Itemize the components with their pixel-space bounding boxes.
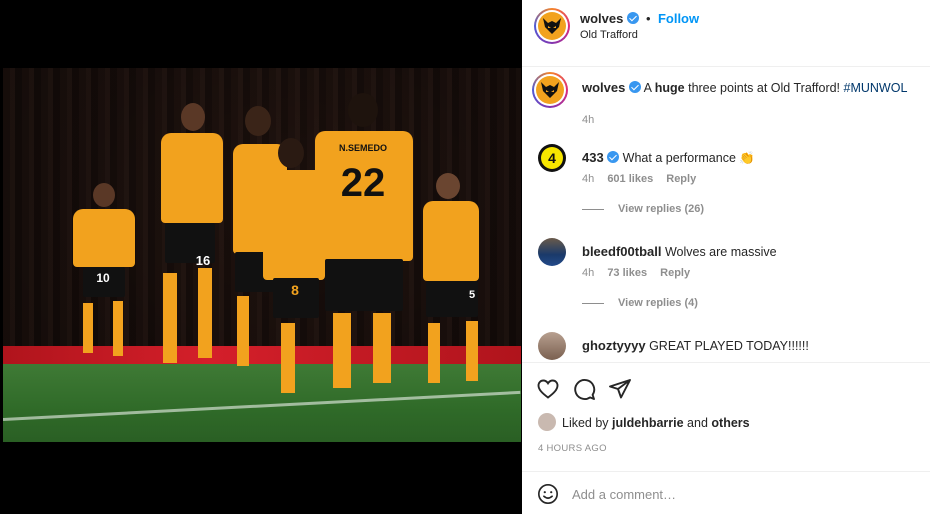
liked-by-user[interactable]: juldehbarrie [612,416,684,430]
post-header: wolves • Follow Old Trafford [522,0,930,67]
player-figure: 10 [43,183,153,403]
header-username[interactable]: wolves [580,11,623,26]
wolf-logo-icon [543,18,561,34]
jersey-name: N.SEMEDO [338,143,387,153]
heart-icon[interactable] [536,377,560,401]
post-timestamp[interactable]: 4 HOURS AGO [538,443,607,454]
comment-text: What a performance 👏 [622,151,755,165]
liked-by-prefix: Liked by [562,416,613,430]
comment-icon[interactable] [572,377,596,401]
jersey-number: 22 [340,161,386,205]
caption-hashtag[interactable]: #MUNWOL [844,81,908,95]
comment-reply-button[interactable]: Reply [666,173,696,185]
comment-avatar[interactable]: 4 [538,144,566,172]
player-figure: N.SEMEDO 22 [303,93,423,423]
location-link[interactable]: Old Trafford [580,29,638,41]
caption-time: 4h [582,114,595,126]
wolf-logo-icon [541,82,559,98]
liked-by-others[interactable]: others [711,416,749,430]
liker-avatar[interactable] [538,413,556,431]
comment-username[interactable]: ghoztyyyy [582,338,646,353]
caption-text-pre: A [643,81,655,95]
view-replies-button[interactable]: View replies (4) [582,297,698,309]
add-comment-bar [522,471,930,514]
post-actions: Liked by juldehbarrie and others 4 HOURS… [522,362,930,514]
follow-button[interactable]: Follow [658,11,699,26]
avatar-433-logo: 4 [541,147,563,169]
comments-list[interactable]: wolves A huge three points at Old Traffo… [522,68,930,362]
view-replies-button[interactable]: View replies (26) [582,203,704,215]
share-icon[interactable] [608,377,632,401]
post-media-area: 10 16 8 N.SEMEDO 22 5 [0,0,522,514]
comment-likes[interactable]: 73 likes [607,267,647,279]
jersey-number: 8 [291,282,299,298]
view-replies-label: View replies (4) [618,297,698,309]
comment-username[interactable]: bleedf00tball [582,244,661,259]
add-comment-input[interactable] [572,484,902,504]
post-photo[interactable]: 10 16 8 N.SEMEDO 22 5 [3,68,521,442]
comment-time: 4h [582,267,595,279]
caption-text-bold: huge [654,81,685,95]
view-replies-label: View replies (26) [618,203,705,215]
jersey-number: 16 [195,253,211,268]
comment-text: Wolves are massive [664,245,777,259]
verified-badge-icon [607,151,620,163]
comment-time: 4h [582,173,595,185]
emoji-icon[interactable] [537,483,559,505]
post-sidebar: wolves • Follow Old Trafford wolves A hu… [522,0,930,514]
comment-likes[interactable]: 601 likes [607,173,653,185]
comment-avatar[interactable] [538,238,566,266]
comment-avatar[interactable] [538,332,566,360]
separator-dot: • [646,11,651,26]
verified-badge-icon [628,81,641,93]
liked-by-and: and [683,416,712,430]
jersey-number: 10 [96,271,110,285]
wolves-avatar[interactable] [534,8,570,44]
replies-dash [582,302,604,304]
jersey-number: 5 [468,289,476,301]
verified-badge-icon [626,12,639,24]
comment-username[interactable]: 433 [582,150,604,165]
caption-text-post: three points at Old Trafford! [684,81,844,95]
wolves-avatar[interactable] [532,72,568,108]
comment-reply-button[interactable]: Reply [660,267,690,279]
replies-dash [582,208,604,210]
player-figure: 5 [408,173,508,413]
comment-text: GREAT PLAYED TODAY!!!!!! [649,339,809,353]
caption-username[interactable]: wolves [582,80,625,95]
liked-by-summary: Liked by juldehbarrie and others [538,413,750,431]
